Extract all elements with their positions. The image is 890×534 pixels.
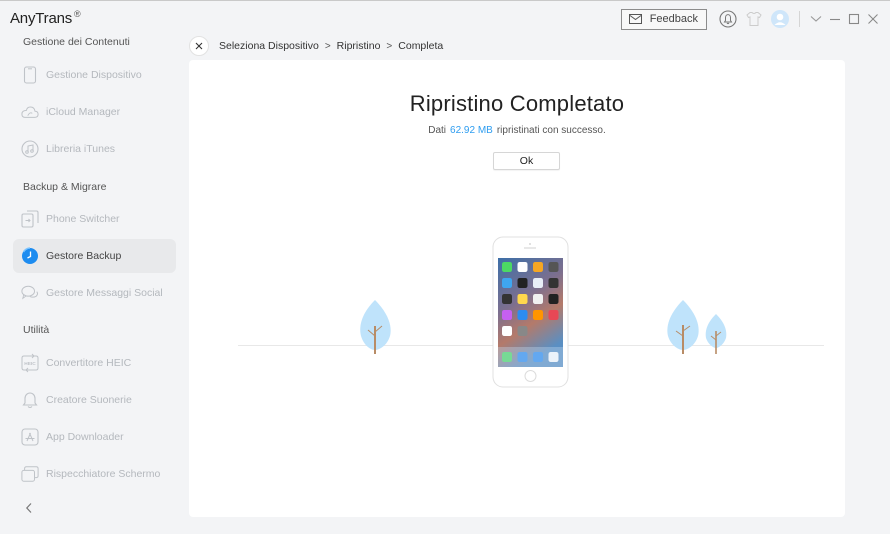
- section-title-utilities: Utilità: [23, 324, 50, 336]
- app-tile: [533, 262, 543, 272]
- sidebar-item-itunes-library[interactable]: Libreria iTunes: [13, 132, 176, 166]
- app-tile: [502, 294, 512, 304]
- top-toolbar: Feedback: [620, 8, 882, 30]
- chevron-down-icon[interactable]: [807, 10, 825, 28]
- breadcrumb: Seleziona Dispositivo > Ripristino > Com…: [189, 35, 443, 57]
- sidebar-item-label: Gestione Dispositivo: [46, 69, 142, 81]
- app-tile: [517, 262, 528, 272]
- heic-badge: HEIC: [24, 361, 36, 367]
- app-tile: [517, 294, 528, 304]
- sidebar-item-social-messages[interactable]: Gestore Messaggi Social: [13, 276, 176, 310]
- breadcrumb-separator: >: [386, 40, 393, 52]
- sidebar-item-label: iCloud Manager: [46, 106, 121, 118]
- bell-icon: [21, 391, 39, 409]
- app-title: AnyTrans ®: [10, 9, 81, 27]
- close-icon[interactable]: [864, 10, 882, 28]
- sidebar-item-screen-mirror[interactable]: Rispecchiatore Schermo: [13, 457, 176, 491]
- sidebar: Gestione dei Contenuti Gestione Disposit…: [0, 29, 186, 534]
- minimize-icon[interactable]: [826, 10, 844, 28]
- sidebar-item-phone-switcher[interactable]: Phone Switcher: [13, 202, 176, 236]
- app-tile: [502, 326, 512, 336]
- tree-illustration: [705, 314, 727, 354]
- bell-icon[interactable]: [718, 9, 738, 29]
- breadcrumb-item-restore[interactable]: Ripristino: [337, 40, 381, 52]
- sidebar-item-backup-manager[interactable]: Gestore Backup: [13, 239, 176, 273]
- app-tile: [533, 294, 543, 304]
- app-tile: [548, 262, 559, 272]
- close-icon: [195, 42, 203, 50]
- close-wizard-button[interactable]: [189, 36, 209, 56]
- sidebar-item-label: Creatore Suonerie: [46, 394, 132, 406]
- sidebar-item-ringtone-maker[interactable]: Creatore Suonerie: [13, 383, 176, 417]
- sidebar-item-label: Rispecchiatore Schermo: [46, 468, 161, 480]
- sidebar-item-label: Convertitore HEIC: [46, 357, 132, 369]
- app-tile: [548, 294, 559, 304]
- app-tile: [502, 310, 512, 320]
- chat-bubbles-icon: [21, 284, 39, 302]
- breadcrumb-item-select-device[interactable]: Seleziona Dispositivo: [219, 40, 319, 52]
- sidebar-item-app-downloader[interactable]: App Downloader: [13, 420, 176, 454]
- app-tile: [533, 310, 543, 320]
- tshirt-icon[interactable]: [744, 9, 764, 29]
- breadcrumb-item-complete: Completa: [398, 40, 444, 52]
- backup-clock-icon: [21, 247, 39, 265]
- breadcrumb-separator: >: [324, 40, 331, 52]
- app-tile: [533, 278, 543, 288]
- cloud-icon: [21, 103, 39, 121]
- avatar-icon[interactable]: [770, 9, 790, 29]
- app-tile: [502, 278, 512, 288]
- tree-illustration: [360, 300, 391, 354]
- app-tile: [548, 278, 559, 288]
- feedback-button[interactable]: Feedback: [620, 8, 707, 30]
- sidebar-item-label: Libreria iTunes: [46, 143, 116, 155]
- illustration: [360, 236, 727, 388]
- toolbar-divider: [799, 11, 800, 27]
- feedback-label: Feedback: [649, 13, 698, 25]
- sidebar-item-device-manager[interactable]: Gestione Dispositivo: [13, 58, 176, 92]
- app-tile: [502, 262, 512, 272]
- sidebar-item-label: Phone Switcher: [46, 213, 120, 225]
- sidebar-item-label: Gestore Backup: [46, 250, 122, 262]
- sidebar-item-heic-converter[interactable]: HEIC Convertitore HEIC: [13, 346, 176, 380]
- sidebar-item-icloud-manager[interactable]: iCloud Manager: [13, 95, 176, 129]
- music-icon: [21, 140, 39, 158]
- phone-icon: [21, 66, 39, 84]
- mail-icon: [628, 14, 642, 24]
- main-panel: Ripristino Completato Dati 62.92 MB ripris…: [189, 60, 845, 517]
- heic-icon: HEIC: [21, 353, 39, 373]
- app-store-icon: [21, 428, 39, 446]
- screen-mirror-icon: [21, 465, 39, 483]
- section-title-contents: Gestione dei Contenuti: [23, 36, 130, 48]
- tree-illustration: [667, 300, 699, 354]
- sidebar-item-label: Gestore Messaggi Social: [46, 287, 163, 299]
- iphone-illustration: [492, 236, 569, 388]
- app-tile: [548, 310, 559, 320]
- app-tile: [517, 326, 528, 336]
- app-name: AnyTrans: [10, 10, 73, 27]
- phone-switch-icon: [21, 210, 39, 228]
- app-tile: [517, 310, 528, 320]
- trademark: ®: [74, 9, 81, 19]
- maximize-icon[interactable]: [845, 10, 863, 28]
- section-title-backup: Backup & Migrare: [23, 181, 107, 193]
- collapse-sidebar-icon[interactable]: [22, 501, 36, 515]
- app-tile: [517, 278, 528, 288]
- sidebar-item-label: App Downloader: [46, 431, 124, 443]
